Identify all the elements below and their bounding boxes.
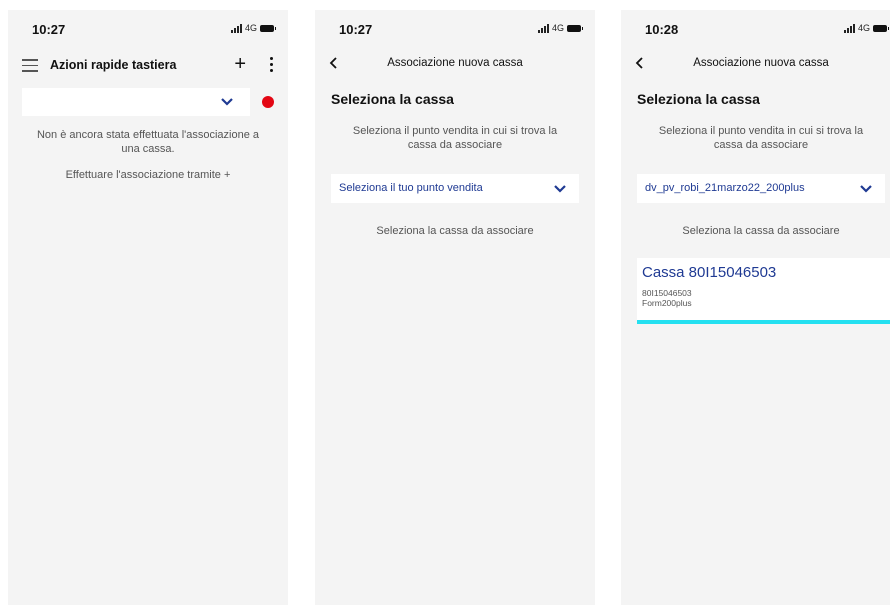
cassa-model: Form200plus	[642, 298, 692, 308]
store-description: Seleziona il punto vendita in cui si tro…	[329, 124, 581, 152]
empty-line-1: Non è ancora stata effettuata l'associaz…	[36, 129, 260, 141]
nav-title: Associazione nuova cassa	[693, 57, 829, 69]
status-time: 10:28	[645, 22, 679, 37]
store-dropdown-value: dv_pv_robi_21marzo22_200plus	[645, 182, 805, 194]
network-type: 4G	[244, 23, 257, 33]
cassa-dropdown[interactable]	[22, 88, 250, 116]
page-title: Azioni rapide tastiera	[50, 58, 177, 72]
association-hint: Effettuare l'associazione tramite +	[65, 169, 231, 181]
signal-icon	[230, 23, 242, 33]
cassa-title: Cassa 80I15046503	[642, 264, 777, 281]
status-time: 10:27	[339, 22, 373, 37]
empty-message: Non è ancora stata effettuata l'associaz…	[22, 128, 274, 156]
store-dropdown[interactable]: Seleziona il tuo punto vendita	[331, 174, 579, 203]
more-vertical-icon[interactable]	[270, 57, 274, 75]
battery-icon	[567, 24, 583, 32]
status-indicators: 4G	[537, 23, 583, 33]
app-header: Azioni rapide tastiera +	[8, 52, 288, 80]
status-dot	[262, 96, 274, 108]
signal-icon	[537, 23, 549, 33]
hamburger-icon[interactable]	[22, 59, 38, 72]
battery-icon	[873, 24, 889, 32]
section-title: Seleziona la cassa	[331, 91, 454, 107]
store-description: Seleziona il punto vendita in cui si tro…	[635, 124, 887, 152]
screen-quick-actions: 10:27 4G Azioni rapide tastiera + Non è …	[8, 10, 288, 605]
nav-title: Associazione nuova cassa	[387, 57, 523, 69]
cassa-hint: Seleziona la cassa da associare	[682, 225, 840, 237]
signal-icon	[843, 23, 855, 33]
chevron-down-icon	[860, 185, 872, 193]
store-dropdown-value: Seleziona il tuo punto vendita	[339, 182, 483, 194]
chevron-down-icon	[221, 98, 233, 106]
screen-store-selected: 10:28 4G Associazione nuova cassa Selezi…	[621, 10, 890, 605]
network-type: 4G	[551, 23, 564, 33]
store-dropdown[interactable]: dv_pv_robi_21marzo22_200plus	[637, 174, 885, 203]
desc-line-1: Seleziona il punto vendita in cui si tro…	[658, 125, 864, 137]
screen-new-association: 10:27 4G Associazione nuova cassa Selezi…	[315, 10, 595, 605]
status-indicators: 4G	[230, 23, 276, 33]
desc-line-2: cassa da associare	[713, 139, 809, 151]
cassa-serial: 80I15046503	[642, 288, 692, 298]
status-bar: 10:27 4G	[315, 10, 595, 44]
battery-icon	[260, 24, 276, 32]
empty-line-2: una cassa.	[121, 143, 175, 155]
cassa-hint: Seleziona la cassa da associare	[376, 225, 534, 237]
status-indicators: 4G	[843, 23, 889, 33]
section-title: Seleziona la cassa	[637, 91, 760, 107]
cassa-card[interactable]: Cassa 80I15046503 80I15046503 Form200plu…	[637, 258, 890, 324]
plus-icon[interactable]: +	[234, 54, 246, 74]
desc-line-1: Seleziona il punto vendita in cui si tro…	[352, 125, 558, 137]
status-bar: 10:27 4G	[8, 10, 288, 44]
status-bar: 10:28 4G	[621, 10, 890, 44]
desc-line-2: cassa da associare	[407, 139, 503, 151]
network-type: 4G	[857, 23, 870, 33]
status-time: 10:27	[32, 22, 66, 37]
chevron-down-icon	[554, 185, 566, 193]
